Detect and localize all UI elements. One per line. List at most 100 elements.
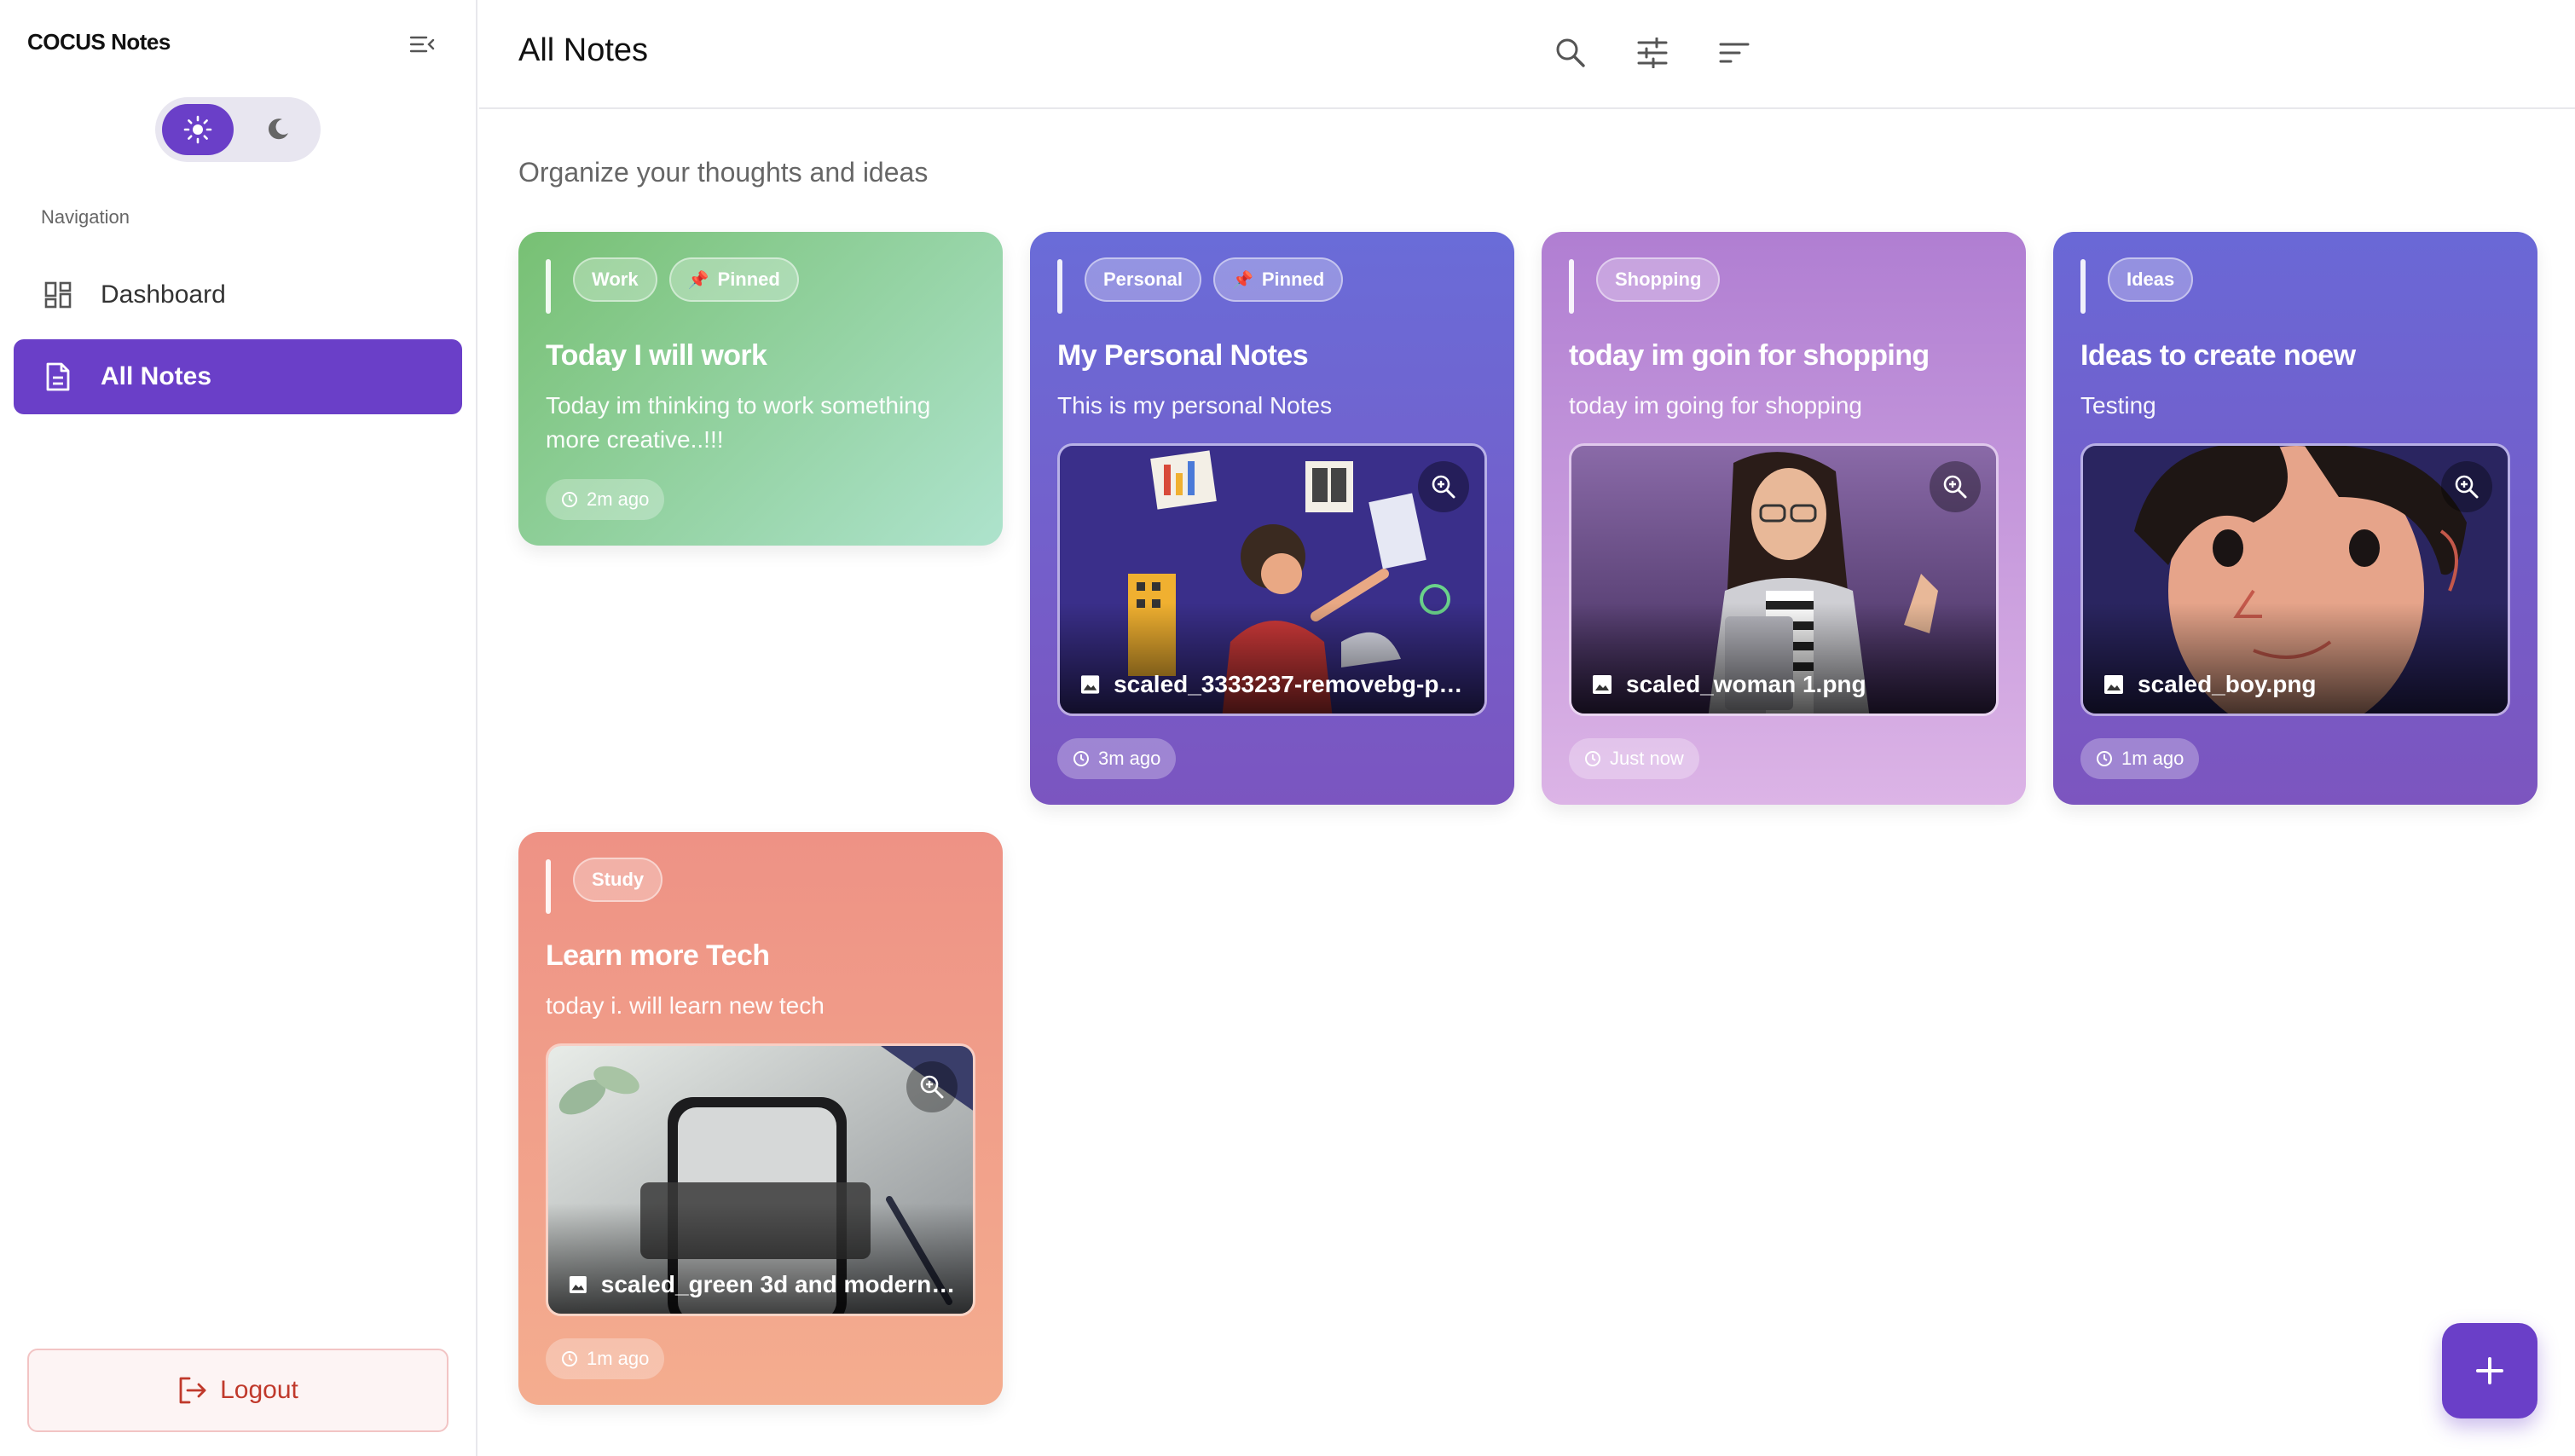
menu-collapse-icon — [409, 36, 435, 53]
zoom-button[interactable] — [1930, 461, 1981, 512]
time-badge: 1m ago — [546, 1338, 665, 1379]
tune-icon — [1637, 38, 1668, 68]
zoom-in-icon — [1943, 475, 1967, 499]
sort-button[interactable] — [1709, 27, 1760, 78]
note-title: today im goin for shopping — [1569, 339, 1930, 372]
light-theme-button[interactable] — [162, 104, 234, 155]
card-accent-bar — [546, 259, 551, 314]
tag-list: Work 📌 Pinned — [573, 257, 799, 302]
card-accent-bar — [2080, 259, 2086, 314]
note-title: Today I will work — [546, 339, 767, 372]
clock-icon — [562, 492, 577, 507]
tag-list: Ideas — [2108, 257, 2194, 302]
time-badge: 2m ago — [546, 479, 665, 520]
note-card[interactable]: Study Learn more Tech today i. will lear… — [518, 832, 1003, 1405]
logout-icon — [179, 1377, 206, 1404]
filter-button[interactable] — [1627, 27, 1678, 78]
zoom-in-icon — [2455, 475, 2479, 499]
note-card[interactable]: Shopping today im goin for shopping toda… — [1542, 232, 2026, 805]
dashboard-icon — [41, 278, 75, 312]
tag-list: Study — [573, 858, 663, 902]
moon-icon — [268, 118, 288, 140]
pinned-label: Pinned — [1261, 269, 1325, 290]
card-accent-bar — [1057, 259, 1062, 314]
page-title: All Notes — [518, 32, 649, 68]
image-caption: scaled_woman 1.png — [1592, 671, 1979, 698]
page-subtitle: Organize your thoughts and ideas — [518, 157, 929, 188]
category-tag: Ideas — [2108, 257, 2194, 302]
card-accent-bar — [1569, 259, 1574, 314]
note-body: Testing — [2080, 392, 2156, 419]
zoom-in-icon — [1432, 475, 1455, 499]
zoom-in-icon — [920, 1075, 944, 1099]
collapse-sidebar-button[interactable] — [401, 26, 443, 63]
note-body: Today im thinking to work something more… — [546, 392, 931, 453]
search-button[interactable] — [1545, 27, 1596, 78]
theme-toggle — [155, 97, 321, 162]
time-label: Just now — [1610, 748, 1684, 769]
card-accent-bar — [546, 859, 551, 914]
top-header: All Notes — [479, 0, 2575, 109]
category-tag: Study — [573, 858, 663, 902]
add-note-button[interactable] — [2442, 1323, 2537, 1418]
image-filename: scaled_woman 1.png — [1626, 671, 1866, 697]
image-icon — [569, 1276, 587, 1293]
note-image[interactable]: scaled_green 3d and modern loc... — [546, 1043, 975, 1316]
time-badge: 1m ago — [2080, 738, 2200, 779]
sort-icon — [1719, 43, 1750, 63]
tag-list: Personal 📌 Pinned — [1085, 257, 1344, 302]
sidebar: COCUS Notes Navigation Dashboard All Not… — [0, 0, 477, 1456]
note-image[interactable]: scaled_woman 1.png — [1569, 443, 1999, 716]
sidebar-item-label: All Notes — [101, 362, 212, 390]
search-icon — [1556, 38, 1585, 67]
plus-icon — [2476, 1357, 2503, 1384]
image-icon — [1080, 675, 1100, 694]
sidebar-item-dashboard[interactable]: Dashboard — [14, 257, 462, 332]
note-image[interactable]: scaled_boy.png — [2080, 443, 2510, 716]
clock-icon — [2097, 751, 2112, 766]
note-body: today im going for shopping — [1569, 392, 1862, 419]
image-caption: scaled_green 3d and modern loc... — [569, 1271, 956, 1298]
note-title: Ideas to create noew — [2080, 339, 2356, 372]
time-label: 1m ago — [587, 1348, 650, 1369]
pinned-tag: 📌 Pinned — [1212, 257, 1344, 302]
dark-theme-button[interactable] — [242, 104, 314, 155]
pin-icon: 📌 — [687, 270, 709, 290]
tag-list: Shopping — [1596, 257, 1721, 302]
note-title: Learn more Tech — [546, 939, 770, 972]
zoom-button[interactable] — [2441, 461, 2492, 512]
time-label: 2m ago — [587, 488, 650, 510]
clock-icon — [1073, 751, 1089, 766]
note-image[interactable]: scaled_3333237-removebg-pre... — [1057, 443, 1487, 716]
note-title: My Personal Notes — [1057, 339, 1309, 372]
image-filename: scaled_green 3d and modern loc... — [600, 1271, 956, 1297]
clock-icon — [1585, 751, 1600, 766]
note-card[interactable]: Work 📌 Pinned Today I will work Today im … — [518, 232, 1003, 546]
pinned-label: Pinned — [717, 269, 780, 290]
image-caption: scaled_3333237-removebg-pre... — [1080, 671, 1467, 698]
nav-heading: Navigation — [41, 206, 130, 228]
time-label: 3m ago — [1098, 748, 1161, 769]
note-card[interactable]: Ideas Ideas to create noew Testing scale… — [2053, 232, 2537, 805]
logout-label: Logout — [220, 1376, 298, 1404]
note-body: This is my personal Notes — [1057, 392, 1333, 419]
image-filename: scaled_boy.png — [2138, 671, 2317, 697]
category-tag: Work — [573, 257, 657, 302]
app-title: COCUS Notes — [27, 29, 171, 55]
note-icon — [41, 360, 75, 394]
clock-icon — [562, 1351, 577, 1366]
logout-button[interactable]: Logout — [27, 1349, 448, 1432]
image-caption: scaled_boy.png — [2103, 671, 2491, 698]
sidebar-item-label: Dashboard — [101, 280, 226, 309]
time-label: 1m ago — [2121, 748, 2184, 769]
image-icon — [1593, 675, 1612, 694]
sidebar-item-all-notes[interactable]: All Notes — [14, 339, 462, 414]
zoom-button[interactable] — [906, 1061, 958, 1112]
sun-icon — [183, 115, 212, 144]
zoom-button[interactable] — [1418, 461, 1469, 512]
note-body: today i. will learn new tech — [546, 992, 825, 1019]
pinned-tag: 📌 Pinned — [668, 257, 799, 302]
category-tag: Personal — [1085, 257, 1201, 302]
image-icon — [2104, 675, 2123, 694]
note-card[interactable]: Personal 📌 Pinned My Personal Notes This … — [1030, 232, 1514, 805]
